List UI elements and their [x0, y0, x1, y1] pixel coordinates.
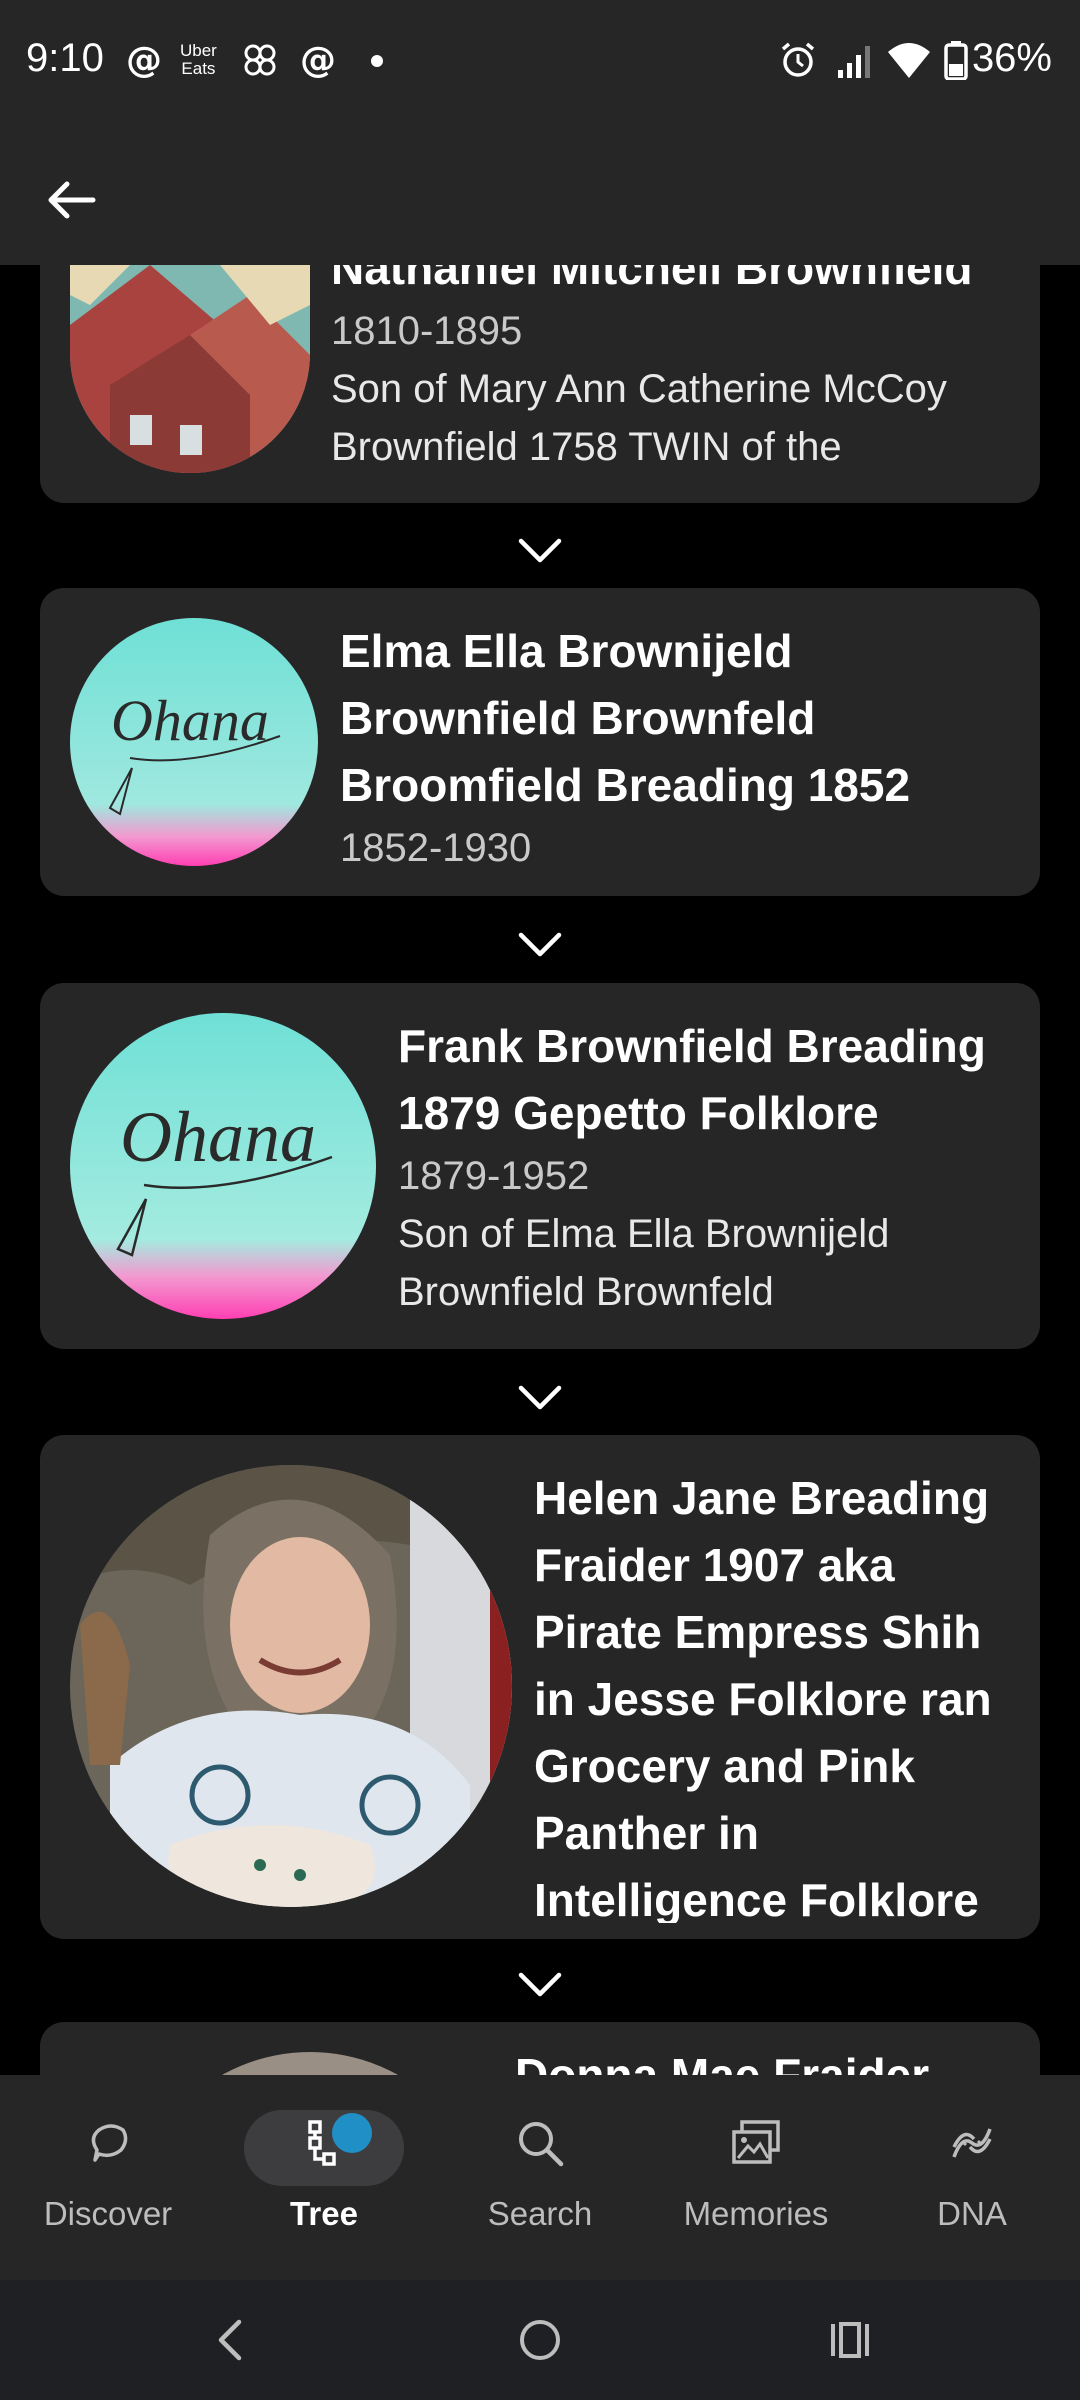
- person-details: Elma Ella Brownijeld Brownfield Brownfel…: [340, 618, 1020, 877]
- person-card[interactable]: Donna Mae Fraider: [40, 2022, 1040, 2075]
- person-name-line-7: Intelligence Folklore: [534, 1874, 979, 1923]
- ohana-text: Ohana: [111, 688, 269, 753]
- recents-icon: [831, 2322, 869, 2358]
- person-card[interactable]: Helen Jane Breading Fraider 1907 aka Pir…: [40, 1435, 1040, 1939]
- uber-eats-text-1: Uber: [180, 41, 217, 60]
- ancestor-list: Nathaniel Mitchell Brownfield 1810-1895 …: [0, 265, 1080, 2075]
- system-home-button[interactable]: [508, 2308, 572, 2372]
- nav-tree[interactable]: Tree: [216, 2075, 432, 2280]
- person-description-line-1: Son of Elma Ella Brownijeld: [398, 1212, 890, 1256]
- discover-icon: [78, 2113, 138, 2173]
- nav-discover[interactable]: Discover: [0, 2075, 216, 2280]
- person-details: Donna Mae Fraider: [515, 2042, 1015, 2075]
- person-name: Nathaniel Mitchell Brownfield: [331, 265, 973, 294]
- person-name-line-1: Helen Jane Breading: [534, 1472, 990, 1524]
- svg-text:@: @: [126, 40, 162, 80]
- person-card[interactable]: Ohana Elma Ella Brownijeld Brownfield Br…: [40, 588, 1040, 896]
- person-details: Helen Jane Breading Fraider 1907 aka Pir…: [534, 1465, 1034, 1923]
- person-dates: 1810-1895: [331, 309, 523, 353]
- nav-label: Search: [487, 2195, 593, 2232]
- nav-label: Memories: [683, 2195, 829, 2232]
- person-photo: [130, 2052, 490, 2075]
- alarm-icon: [778, 40, 818, 80]
- pinwheel-icon: [240, 40, 280, 80]
- uber-eats-text-2: Eats: [181, 59, 216, 78]
- system-recents-button[interactable]: [818, 2308, 882, 2372]
- chevron-down-icon[interactable]: [515, 925, 565, 965]
- ohana-text: Ohana: [120, 1097, 316, 1177]
- notification-dot: [332, 2113, 372, 2153]
- person-name-line-1: Frank Brownfield Breading: [398, 1020, 986, 1072]
- chevron-down-icon[interactable]: [515, 1965, 565, 2005]
- person-description-line-2: Brownfield Brownfeld: [398, 1270, 774, 1314]
- person-photo: Ohana: [70, 1013, 376, 1319]
- dna-icon: [942, 2113, 1002, 2173]
- person-name-line-6: Panther in: [534, 1807, 759, 1859]
- person-photo: [70, 265, 310, 473]
- chevron-down-icon[interactable]: [515, 1378, 565, 1418]
- person-dates: 1852-1930: [340, 826, 532, 870]
- wifi-icon: [886, 40, 932, 80]
- person-name-line-2: 1879 Gepetto Folklore: [398, 1087, 879, 1139]
- search-icon: [510, 2113, 570, 2173]
- battery-icon: [944, 40, 968, 80]
- person-name-line-3: Broomfield Breading 1852: [340, 759, 911, 811]
- person-name-line-4: in Jesse Folklore ran: [534, 1673, 992, 1725]
- person-name: Donna Mae Fraider: [515, 2049, 930, 2075]
- back-button[interactable]: [36, 165, 106, 235]
- svg-text:@: @: [300, 40, 336, 80]
- person-description-line-1: Son of Mary Ann Catherine McCoy: [331, 367, 947, 411]
- signal-icon: [836, 40, 876, 80]
- battery-percent: 36%: [971, 36, 1052, 80]
- person-photo: [70, 1465, 512, 1907]
- person-name-line-2: Fraider 1907 aka: [534, 1539, 895, 1591]
- memories-icon: [726, 2113, 786, 2173]
- nav-dna[interactable]: DNA: [864, 2075, 1080, 2280]
- nav-label: DNA: [937, 2195, 1007, 2232]
- person-name-line-5: Grocery and Pink: [534, 1740, 915, 1792]
- system-back-button[interactable]: [198, 2308, 262, 2372]
- nav-label: Discover: [43, 2195, 173, 2232]
- status-bar: 9:10 @ Uber Eats @ 36%: [0, 0, 1080, 125]
- person-details: Frank Brownfield Breading 1879 Gepetto F…: [398, 1013, 1028, 1321]
- status-time: 9:10: [26, 36, 104, 80]
- threads-icon: @: [126, 40, 162, 80]
- bottom-navigation: Discover Tree Search Memories DNA: [0, 2075, 1080, 2280]
- person-card[interactable]: Nathaniel Mitchell Brownfield 1810-1895 …: [40, 265, 1040, 503]
- person-dates: 1879-1952: [398, 1154, 590, 1198]
- nav-label: Tree: [290, 2195, 358, 2232]
- app-header: [0, 125, 1080, 265]
- arrow-left-icon: [48, 181, 96, 219]
- chevron-left-icon: [218, 2319, 242, 2361]
- uber-eats-icon: Uber Eats: [180, 40, 217, 80]
- person-name-line-3: Pirate Empress Shih: [534, 1606, 982, 1658]
- chevron-down-icon[interactable]: [515, 531, 565, 571]
- nav-memories[interactable]: Memories: [648, 2075, 864, 2280]
- threads-icon-2: @: [300, 40, 336, 80]
- person-details: Nathaniel Mitchell Brownfield 1810-1895 …: [331, 265, 1021, 476]
- person-name-line-2: Brownfield Brownfeld: [340, 692, 816, 744]
- dot-icon: [370, 40, 384, 80]
- person-card[interactable]: Ohana Frank Brownfield Breading 1879 Gep…: [40, 983, 1040, 1349]
- app-root: 9:10 @ Uber Eats @ 36% Nathaniel Mitchel…: [0, 0, 1080, 2400]
- nav-search[interactable]: Search: [432, 2075, 648, 2280]
- person-photo: Ohana: [70, 618, 318, 866]
- system-navigation-bar: [0, 2280, 1080, 2400]
- home-circle-icon: [520, 2320, 560, 2360]
- person-name-line-1: Elma Ella Brownijeld: [340, 625, 793, 677]
- person-description-line-2: Brownfield 1758 TWIN of the: [331, 425, 842, 469]
